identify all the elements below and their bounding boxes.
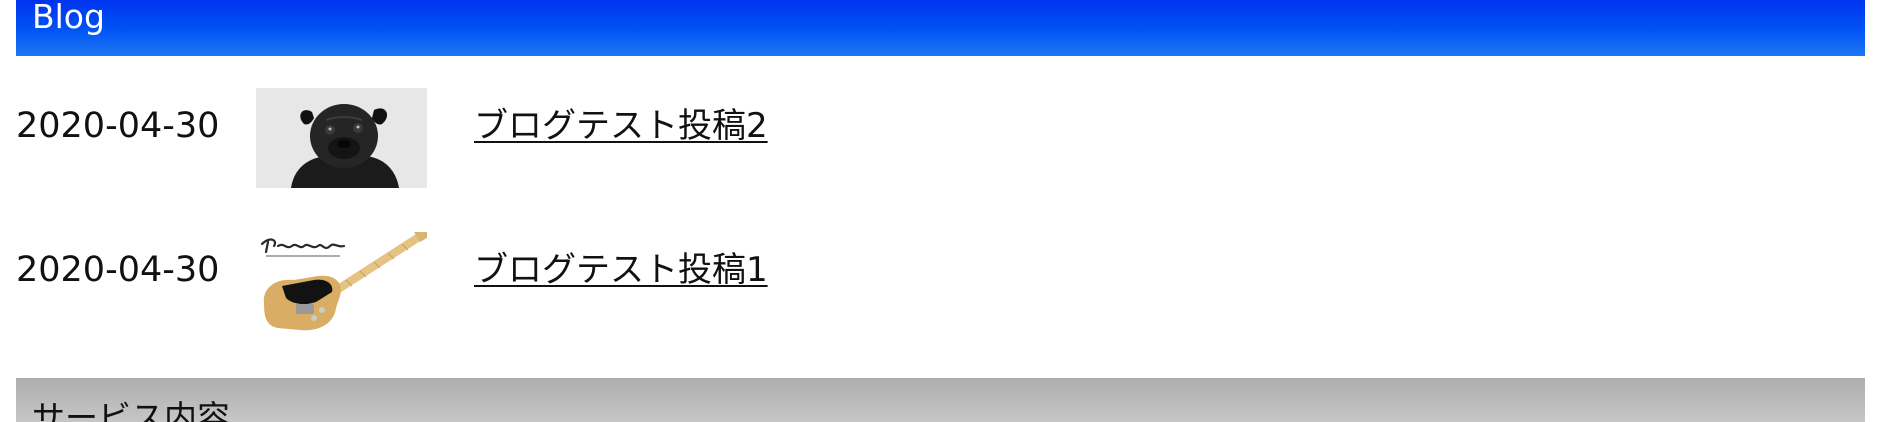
post-date: 2020-04-30 <box>16 106 220 146</box>
blog-post-item: 2020-04-30 <box>16 232 1865 336</box>
blog-section-header: Blog <box>16 0 1865 56</box>
fender-guitar-photo <box>256 232 427 332</box>
post-title-link[interactable]: ブログテスト投稿2 <box>474 106 768 146</box>
blog-section-title: Blog <box>32 0 105 36</box>
blog-post-item: 2020-04-30 <box>16 88 1865 192</box>
page: Blog 2020-04-30 ブログテスト投稿2 2020-04-30 ブログ… <box>0 0 1896 422</box>
pug-dog-photo <box>256 88 427 188</box>
post-thumbnail-guitar <box>256 232 427 332</box>
services-section-title: サービス内容 <box>32 398 230 422</box>
post-thumbnail-pug <box>256 88 427 188</box>
post-title-link[interactable]: ブログテスト投稿1 <box>474 250 768 290</box>
services-section-header: サービス内容 <box>16 378 1865 422</box>
post-date: 2020-04-30 <box>16 250 220 290</box>
